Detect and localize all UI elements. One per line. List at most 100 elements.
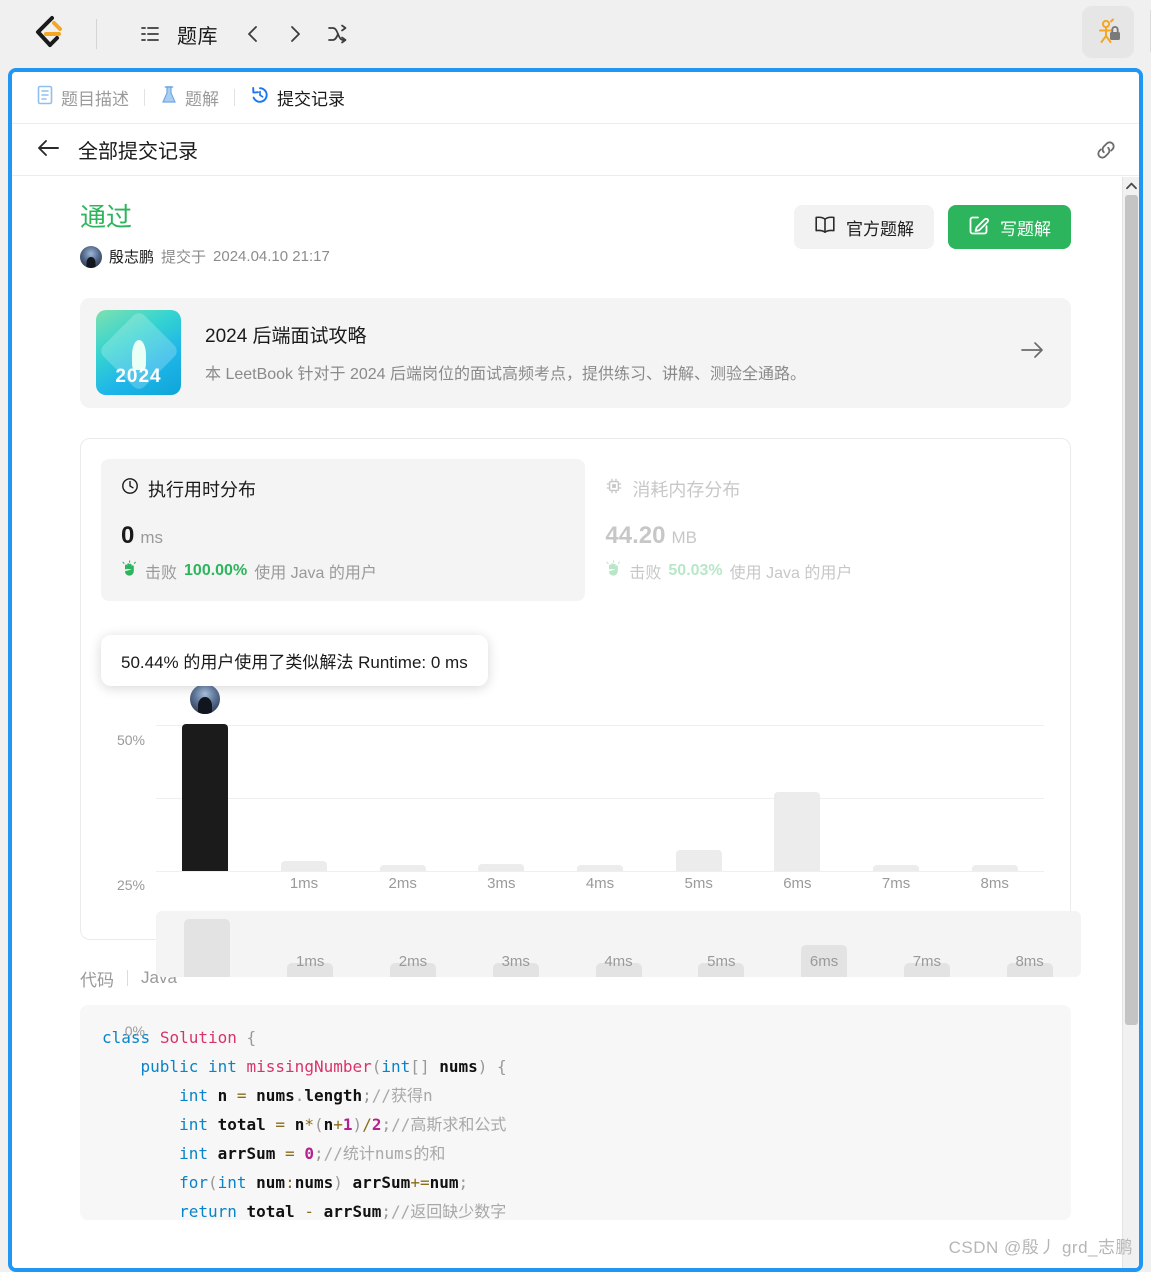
brush-slot[interactable]: 7ms: [875, 911, 978, 977]
flask-icon: [160, 85, 178, 110]
brush-slot[interactable]: 5ms: [670, 911, 773, 977]
chart-bar[interactable]: [971, 865, 1018, 871]
arrow-left-icon[interactable]: [36, 139, 60, 161]
code-block[interactable]: class Solution { public int missingNumbe…: [80, 1004, 1071, 1220]
leetcode-logo-icon[interactable]: [30, 15, 64, 53]
chart-bar-slot[interactable]: [255, 711, 354, 871]
chart-bar[interactable]: [774, 791, 821, 871]
user-lock-icon[interactable]: [1082, 6, 1134, 58]
chart-bar-slot[interactable]: [551, 711, 650, 871]
code-line: int total = n*(n+1)/2;//高斯求和公式: [179, 1114, 507, 1134]
scrollbar-thumb[interactable]: [1125, 195, 1138, 1025]
shuffle-icon[interactable]: [318, 15, 356, 53]
brush-tick-label: 6ms: [809, 952, 839, 970]
code-line: class Solution {: [102, 1027, 257, 1047]
top-navigation-bar: 题库: [0, 0, 1151, 68]
brush-slot[interactable]: 3ms: [464, 911, 567, 977]
brush-tick-label: 8ms: [1015, 952, 1044, 970]
tab-description-label: 题目描述: [61, 90, 129, 109]
chart-bar-slot[interactable]: [452, 711, 551, 871]
submitter-name[interactable]: 殷志鹏: [109, 246, 154, 267]
memory-stat-title: 消耗内存分布: [632, 479, 741, 500]
runtime-unit: ms: [140, 527, 164, 547]
hand-icon: [605, 559, 622, 582]
chart-bars: [156, 681, 1044, 871]
brush-slot[interactable]: 6ms: [773, 911, 876, 977]
chart-bar[interactable]: [281, 861, 327, 871]
brush-slot[interactable]: 4ms: [567, 911, 670, 977]
chart-bar[interactable]: [478, 864, 525, 871]
link-icon[interactable]: [1093, 137, 1119, 168]
leetbook-promo-banner[interactable]: 2024 2024 后端面试攻略 本 LeetBook 针对于 2024 后端岗…: [80, 297, 1071, 408]
brush-slot[interactable]: 2ms: [362, 911, 465, 977]
chart-x-tick-label: 3ms: [487, 874, 516, 892]
official-solution-button[interactable]: 官方题解: [794, 205, 934, 249]
write-solution-button[interactable]: 写题解: [948, 205, 1071, 249]
tab-submissions[interactable]: 提交记录: [250, 85, 345, 110]
chart-bar-slot[interactable]: [847, 711, 946, 871]
chart-bar[interactable]: [577, 864, 624, 871]
brush-slot[interactable]: 8ms: [978, 911, 1081, 977]
chart-bar[interactable]: [675, 850, 722, 871]
chart-bar-slot[interactable]: [649, 711, 748, 871]
tab-description[interactable]: 题目描述: [36, 85, 129, 110]
app-root: 题库 题目描述 题解 提交记录 全部提交记录 通过 殷志鹏 提交于 2024.0…: [0, 0, 1151, 1272]
arrow-right-icon[interactable]: [1019, 339, 1045, 366]
tab-divider: [144, 89, 145, 106]
runtime-distribution-chart: 50.44% 的用户使用了类似解法 Runtime: 0 ms 0% 25% 50%…: [101, 619, 1081, 1039]
vertical-scrollbar[interactable]: [1122, 177, 1139, 1268]
chart-bar-slot[interactable]: [945, 711, 1044, 871]
list-menu-icon[interactable]: [131, 15, 169, 53]
brush-slot[interactable]: [156, 911, 259, 977]
cover-year-label: 2024: [115, 366, 162, 387]
code-line: int n = nums.length;//获得n: [179, 1085, 433, 1105]
brush-slot[interactable]: 1ms: [259, 911, 362, 977]
chevron-right-icon[interactable]: [276, 15, 314, 53]
chevron-up-icon[interactable]: [1123, 177, 1139, 195]
code-line: return total - arrSum;//返回缺少数字: [179, 1202, 507, 1220]
write-solution-label: 写题解: [1000, 219, 1051, 239]
code-line: for(int num:nums) arrSum+=num;: [179, 1173, 469, 1193]
chart-bar-slot[interactable]: [353, 711, 452, 871]
chart-bar[interactable]: [182, 723, 229, 871]
brush-tick-label: 2ms: [398, 952, 428, 970]
status-badge: 通过: [80, 202, 133, 232]
chart-x-tick-label: 2ms: [388, 874, 417, 892]
leetbook-text: 2024 后端面试攻略 本 LeetBook 针对于 2024 后端岗位的面试高…: [205, 321, 995, 384]
chart-x-tick-label: 4ms: [585, 874, 615, 892]
chart-brush-strip[interactable]: 1ms 2ms 3ms 4ms 5ms 6ms 7ms 8ms: [156, 910, 1081, 977]
chart-x-tick-label: 1ms: [289, 874, 319, 892]
memory-value: 44.20: [605, 521, 666, 549]
chart-bar-slot[interactable]: [156, 681, 255, 871]
account-area: [1082, 6, 1134, 58]
brush-tick-label: 7ms: [912, 952, 942, 970]
chart-bar[interactable]: [379, 864, 426, 871]
page-title: 全部提交记录: [78, 141, 198, 163]
tab-submissions-label: 提交记录: [277, 90, 345, 109]
watermark-text: CSDN @殷丿 grd_志鹏: [948, 1238, 1133, 1257]
chart-plot-area: 0% 25% 50%: [117, 681, 1044, 1039]
hand-icon: [121, 559, 138, 582]
memory-stat-box[interactable]: 消耗内存分布 44.20 MB 击败 50.03% 使用 Java 的用户: [585, 459, 1050, 601]
content-window: 题目描述 题解 提交记录 全部提交记录 通过 殷志鹏 提交于 2024.04.1…: [8, 68, 1143, 1272]
brush-tick-label: 4ms: [604, 952, 633, 970]
brush-tick-label: 5ms: [707, 952, 736, 970]
code-section-label: 代码: [80, 970, 114, 990]
tab-solutions[interactable]: 题解: [160, 85, 219, 110]
history-icon: [250, 85, 270, 110]
submission-actions: 官方题解 写题解: [794, 201, 1071, 249]
chevron-left-icon[interactable]: [234, 15, 272, 53]
runtime-beat-percent: 100.00%: [184, 561, 248, 579]
memory-beat-prefix: 击败: [629, 564, 662, 582]
runtime-value: 0: [121, 521, 135, 549]
chart-x-tick-label: 5ms: [684, 874, 713, 892]
chip-icon: [605, 477, 623, 500]
chart-bar-slot[interactable]: [748, 711, 847, 871]
runtime-stat-box[interactable]: 执行用时分布 0 ms 击败 100.00% 使用 Java 的用户: [101, 458, 586, 601]
tab-divider: [234, 89, 235, 106]
official-solution-label: 官方题解: [846, 219, 914, 239]
chart-bar[interactable]: [873, 864, 920, 871]
problemset-label[interactable]: 题库: [177, 20, 218, 49]
avatar[interactable]: [80, 245, 102, 268]
book-icon: [814, 215, 836, 239]
